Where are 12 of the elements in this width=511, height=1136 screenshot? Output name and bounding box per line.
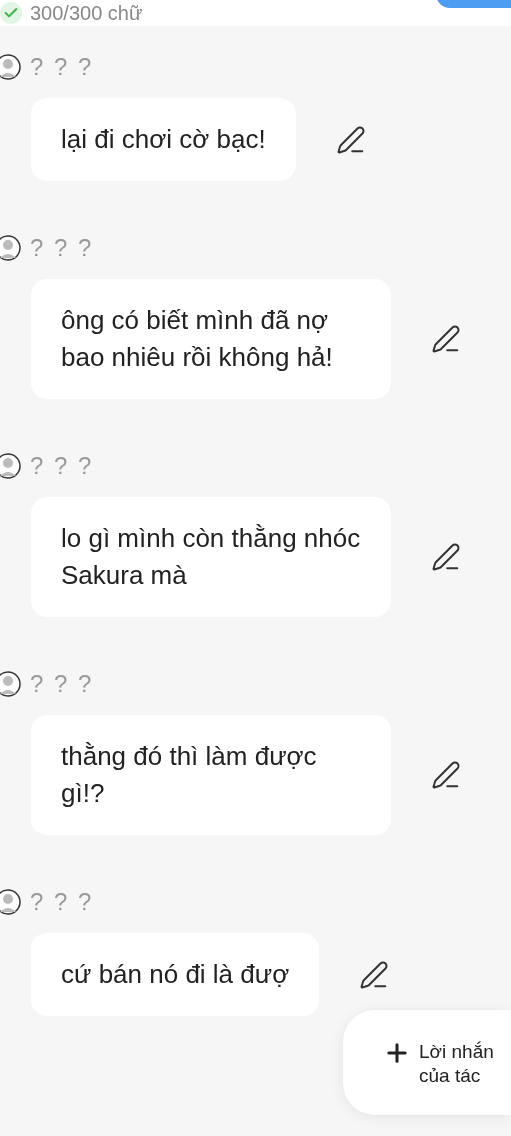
speaker-name: ? ? ? bbox=[30, 670, 94, 698]
speaker-name: ? ? ? bbox=[30, 234, 94, 262]
message-bubble: lo gì mình còn thằng nhóc Sakura mà bbox=[31, 497, 391, 617]
author-note-button[interactable]: Lời nhắn của tác bbox=[343, 1010, 511, 1115]
message-bubble: thằng đó thì làm được gì!? bbox=[31, 715, 391, 835]
speaker-name: ? ? ? bbox=[30, 888, 94, 916]
message-bubble: lại đi chơi cờ bạc! bbox=[31, 98, 296, 181]
message-bubble: cứ bán nó đi là đượ bbox=[31, 933, 320, 1016]
speaker-name: ? ? ? bbox=[30, 452, 94, 480]
character-counter: 300/300 chữ bbox=[30, 2, 143, 24]
message-bubble: ông có biết mình đã nợ bao nhiêu rồi không hả! bbox=[31, 279, 391, 399]
speaker-name: ? ? ? bbox=[30, 53, 94, 81]
